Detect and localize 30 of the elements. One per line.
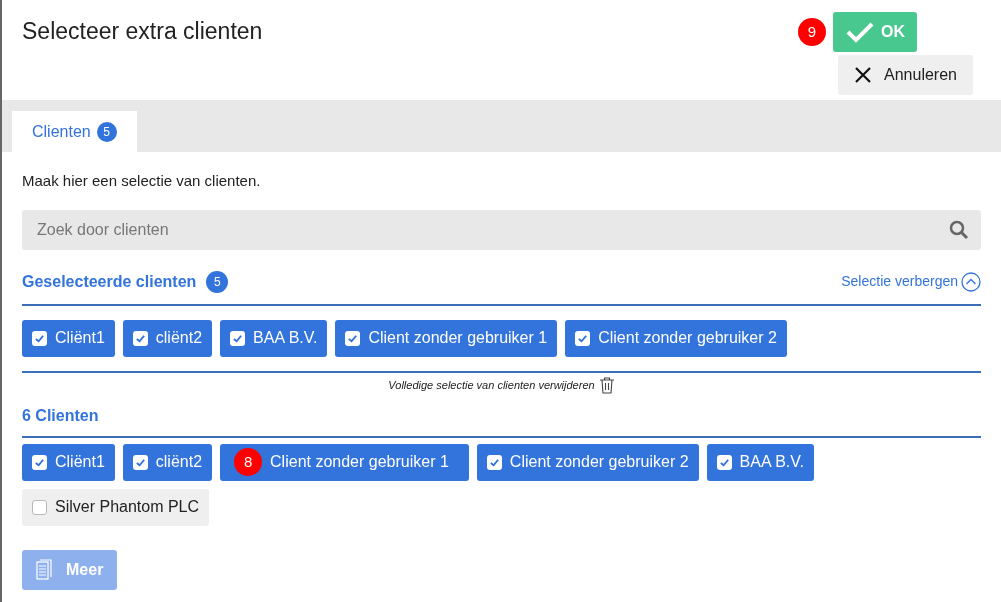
dialog-title: Selecteer extra clienten [22, 17, 263, 46]
close-icon [854, 66, 873, 84]
client-chip[interactable]: cliënt2 [122, 319, 213, 357]
clear-selection-link[interactable]: Volledige selectie van clienten verwijderen [388, 376, 595, 394]
section-title: 6 Clienten [22, 406, 99, 424]
client-chip[interactable]: BAA B.V. [706, 443, 814, 481]
more-button: Meer [22, 549, 118, 590]
checkmark-icon [845, 20, 875, 44]
hide-selection-link[interactable]: Selectie verbergen [841, 271, 981, 292]
step-marker: 9 [798, 18, 826, 46]
clients-tab[interactable]: Clienten 5 [12, 111, 137, 152]
trash-icon [598, 376, 615, 394]
client-chip[interactable]: Client zonder gebruiker 2 [476, 443, 699, 481]
count-badge: 5 [206, 270, 229, 293]
client-chip[interactable]: Client zonder gebruiker 1 [335, 319, 558, 357]
search-field[interactable]: Zoek door clienten [22, 209, 981, 250]
client-chip[interactable]: cliënt2 [122, 443, 213, 481]
cancel-button[interactable]: Annuleren [838, 55, 973, 95]
chevron-up-icon [961, 271, 981, 292]
client-chip[interactable]: Silver Phantom PLC [22, 488, 210, 526]
search-icon [949, 219, 969, 240]
section-title: Geselecteerde clienten [22, 271, 197, 292]
client-chip[interactable]: Cliënt1 [22, 443, 115, 481]
client-chip[interactable]: 8 Client zonder gebruiker 1 [220, 443, 469, 481]
client-chip[interactable]: Cliënt1 [22, 319, 115, 357]
client-chip[interactable]: BAA B.V. [220, 319, 328, 357]
document-icon [36, 558, 52, 581]
client-chip[interactable]: Client zonder gebruiker 2 [565, 319, 787, 357]
intro-text: Maak hier een selectie van clienten. [22, 171, 262, 191]
step-marker: 8 [234, 448, 263, 476]
